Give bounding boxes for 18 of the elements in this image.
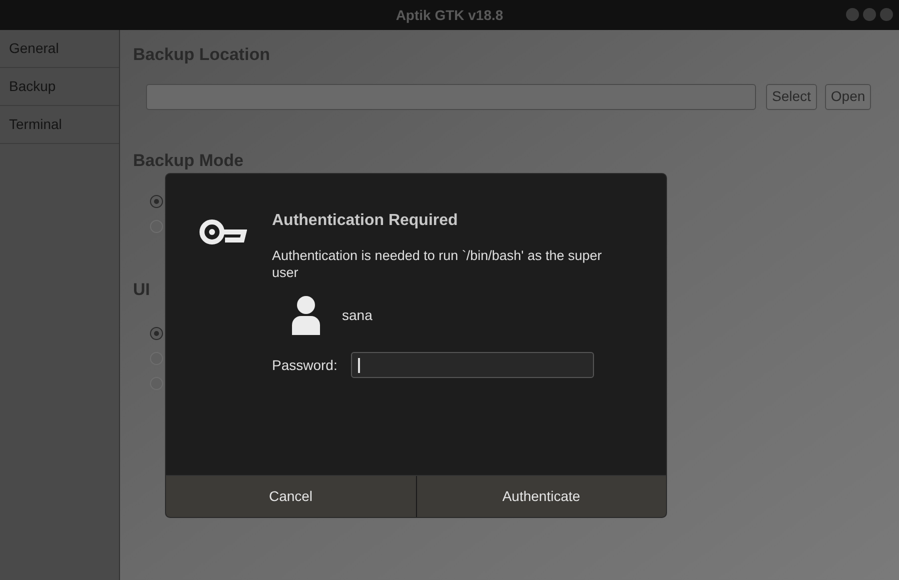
key-icon — [199, 217, 247, 247]
minimize-icon[interactable] — [846, 8, 859, 21]
maximize-icon[interactable] — [863, 8, 876, 21]
dialog-title: Authentication Required — [272, 211, 459, 231]
password-label: Password: — [272, 356, 338, 374]
radio-button[interactable] — [150, 195, 163, 208]
toolbar-button[interactable]: Open — [824, 84, 872, 110]
dialog-button[interactable]: Authenticate — [416, 476, 666, 517]
dialog-message: Authentication is needed to run `/bin/bash' as the super user — [272, 247, 603, 281]
dialog-button[interactable]: Cancel — [166, 476, 416, 517]
toolbar-button[interactable]: Select — [766, 84, 817, 110]
password-field[interactable] — [351, 352, 594, 378]
window-title: Aptik GTK v18.8 — [396, 6, 504, 25]
radio-button[interactable] — [150, 326, 163, 340]
user-name: sana — [342, 306, 372, 324]
user-icon — [290, 295, 322, 335]
close-icon[interactable] — [880, 8, 893, 21]
path-field[interactable] — [146, 84, 756, 110]
